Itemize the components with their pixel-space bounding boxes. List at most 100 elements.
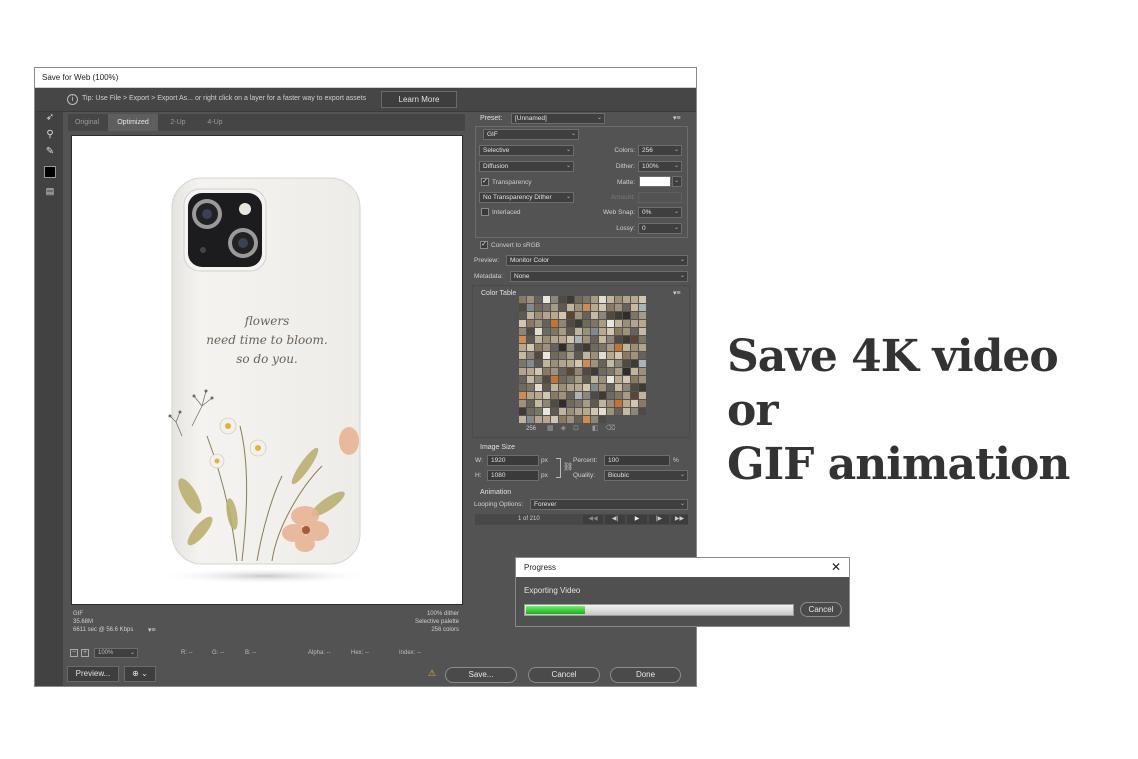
color-swatch[interactable] <box>551 312 558 319</box>
color-swatch[interactable] <box>639 320 646 327</box>
color-swatch[interactable] <box>535 344 542 351</box>
color-swatch[interactable] <box>623 368 630 375</box>
color-swatch[interactable] <box>567 336 574 343</box>
color-swatch[interactable] <box>631 320 638 327</box>
color-swatch[interactable] <box>631 400 638 407</box>
learn-more-button[interactable]: Learn More <box>381 91 457 108</box>
color-swatch[interactable] <box>615 312 622 319</box>
color-swatch[interactable] <box>575 344 582 351</box>
color-swatch[interactable] <box>591 352 598 359</box>
color-swatch[interactable] <box>543 360 550 367</box>
color-swatch[interactable] <box>543 296 550 303</box>
tab-2-up[interactable]: 2-Up <box>160 114 196 131</box>
color-swatch[interactable] <box>559 408 566 415</box>
color-swatch[interactable] <box>527 416 534 423</box>
color-swatch[interactable] <box>519 312 526 319</box>
color-swatch[interactable] <box>639 392 646 399</box>
color-swatch[interactable] <box>583 296 590 303</box>
color-swatch[interactable] <box>535 408 542 415</box>
color-swatch[interactable] <box>591 376 598 383</box>
zoom-level-select[interactable]: 100% ⌄ <box>94 648 138 658</box>
color-swatch[interactable] <box>615 320 622 327</box>
color-swatch[interactable] <box>615 392 622 399</box>
color-swatch[interactable] <box>607 360 614 367</box>
optimized-preview[interactable]: flowers need time to bloom. so do you. <box>71 135 463 605</box>
color-swatch[interactable] <box>591 384 598 391</box>
color-swatch[interactable] <box>607 344 614 351</box>
toggle-slices-icon[interactable]: ▤ <box>43 184 57 198</box>
color-swatch[interactable] <box>535 336 542 343</box>
color-swatch[interactable] <box>615 368 622 375</box>
color-swatch[interactable] <box>639 312 646 319</box>
color-swatch[interactable] <box>639 304 646 311</box>
color-swatch[interactable] <box>567 344 574 351</box>
color-swatch[interactable] <box>535 368 542 375</box>
color-swatch[interactable] <box>583 384 590 391</box>
color-swatch[interactable] <box>567 328 574 335</box>
color-swatch[interactable] <box>599 392 606 399</box>
color-swatch[interactable] <box>567 408 574 415</box>
color-swatch[interactable] <box>575 360 582 367</box>
color-swatch[interactable] <box>583 408 590 415</box>
color-swatch[interactable] <box>599 416 606 423</box>
color-swatch[interactable] <box>591 296 598 303</box>
color-swatch[interactable] <box>559 320 566 327</box>
color-swatch[interactable] <box>607 312 614 319</box>
eyedropper-tool-icon[interactable]: ✎ <box>43 145 57 159</box>
color-swatch[interactable] <box>519 344 526 351</box>
color-swatch[interactable] <box>527 384 534 391</box>
color-swatch[interactable] <box>527 376 534 383</box>
lock-icon[interactable]: ⊡ <box>573 425 586 432</box>
color-swatch[interactable] <box>519 408 526 415</box>
color-swatch[interactable] <box>583 416 590 423</box>
quality-select[interactable]: Bicubic ⌄ <box>604 470 688 481</box>
color-swatch[interactable] <box>535 360 542 367</box>
color-swatch[interactable] <box>519 304 526 311</box>
color-swatch[interactable] <box>559 312 566 319</box>
color-swatch[interactable] <box>607 384 614 391</box>
color-swatch[interactable] <box>639 336 646 343</box>
color-swatch[interactable] <box>535 312 542 319</box>
color-swatch[interactable] <box>591 320 598 327</box>
color-swatch[interactable] <box>631 304 638 311</box>
color-table-swatches[interactable] <box>519 296 646 423</box>
color-swatch[interactable] <box>583 392 590 399</box>
color-swatch[interactable] <box>631 336 638 343</box>
color-swatch[interactable] <box>615 344 622 351</box>
tab-original[interactable]: Original <box>68 114 106 131</box>
map-to-transparent-icon[interactable]: ▦ <box>547 425 561 432</box>
color-swatch[interactable] <box>583 312 590 319</box>
last-frame-button[interactable]: ▶▶ <box>671 515 688 524</box>
color-swatch[interactable] <box>631 296 638 303</box>
color-swatch[interactable] <box>543 376 550 383</box>
color-swatch[interactable] <box>567 320 574 327</box>
close-icon[interactable]: ✕ <box>831 558 841 577</box>
color-swatch[interactable] <box>631 392 638 399</box>
color-swatch[interactable] <box>519 384 526 391</box>
color-swatch[interactable] <box>559 416 566 423</box>
progress-cancel-button[interactable]: Cancel <box>800 602 842 617</box>
slice-select-tool-icon[interactable]: ➶ <box>43 111 57 125</box>
color-swatch[interactable] <box>591 408 598 415</box>
color-swatch[interactable] <box>639 376 646 383</box>
color-swatch[interactable] <box>575 416 582 423</box>
color-swatch[interactable] <box>575 312 582 319</box>
color-swatch[interactable] <box>583 360 590 367</box>
percent-input[interactable]: 100 <box>604 455 670 466</box>
color-swatch[interactable] <box>591 416 598 423</box>
color-swatch[interactable] <box>527 344 534 351</box>
color-swatch[interactable] <box>567 312 574 319</box>
color-swatch[interactable] <box>519 376 526 383</box>
color-swatch[interactable] <box>599 400 606 407</box>
color-swatch[interactable] <box>543 344 550 351</box>
color-swatch[interactable] <box>535 384 542 391</box>
color-swatch[interactable] <box>551 336 558 343</box>
color-swatch[interactable] <box>551 360 558 367</box>
color-swatch[interactable] <box>615 360 622 367</box>
color-swatch[interactable] <box>623 336 630 343</box>
color-swatch[interactable] <box>543 328 550 335</box>
color-swatch[interactable] <box>535 400 542 407</box>
looping-options-select[interactable]: Forever ⌄ <box>530 499 688 510</box>
color-swatch[interactable] <box>543 408 550 415</box>
color-swatch[interactable] <box>543 400 550 407</box>
